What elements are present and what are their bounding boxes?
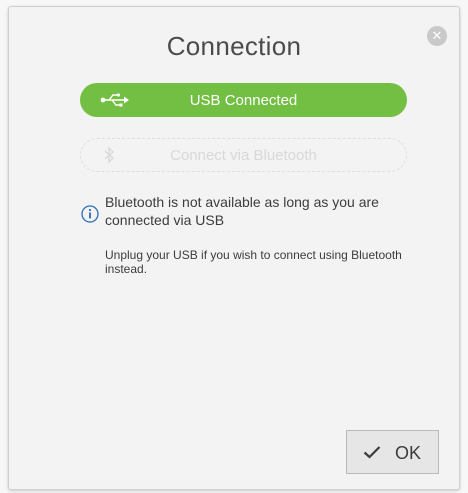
usb-connected-button[interactable]: USB Connected <box>80 83 407 117</box>
connection-dialog: ✕ Connection USB Connected Connect via B… <box>8 6 460 490</box>
checkmark-icon <box>363 446 381 459</box>
bluetooth-unavailable-text: Bluetooth is not available as long as yo… <box>105 194 379 228</box>
info-icon <box>81 205 99 223</box>
connect-bluetooth-button: Connect via Bluetooth <box>80 138 407 172</box>
unplug-hint-text: Unplug your USB if you wish to connect u… <box>105 248 402 276</box>
ok-button[interactable]: OK <box>346 430 439 474</box>
ok-label: OK <box>395 443 422 463</box>
usb-connected-label: USB Connected <box>189 92 298 109</box>
dialog-title: Connection <box>166 31 302 61</box>
connect-bluetooth-label: Connect via Bluetooth <box>170 147 317 164</box>
